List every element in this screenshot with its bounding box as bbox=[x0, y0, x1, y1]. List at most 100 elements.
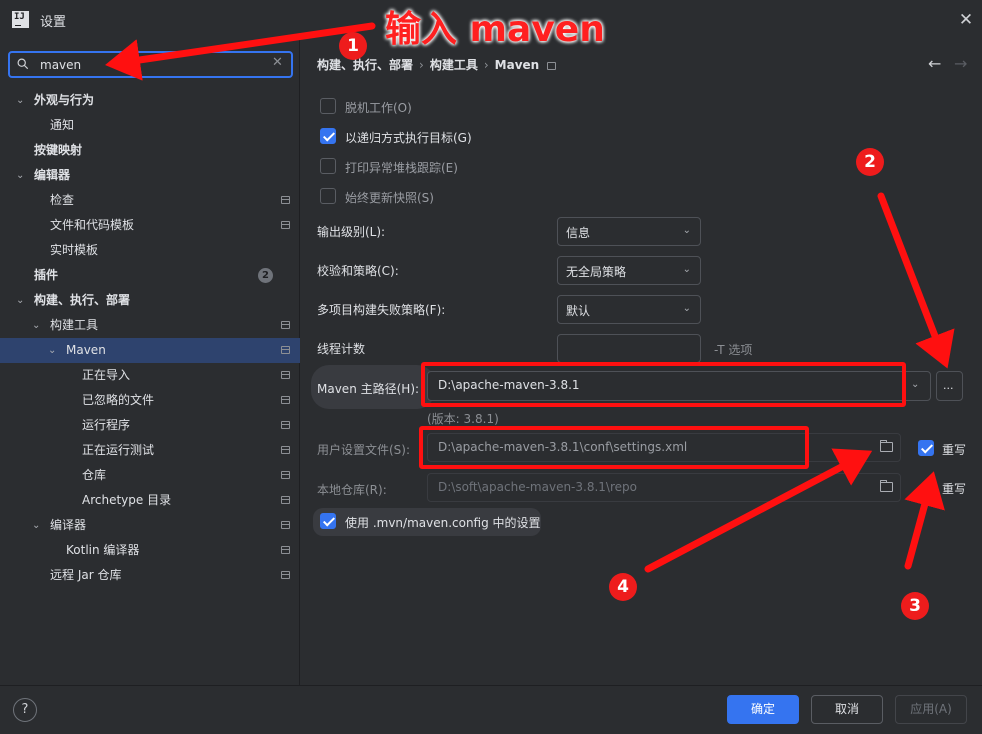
sidebar-item[interactable]: 通知 bbox=[0, 113, 300, 138]
sidebar-item-label: 按键映射 bbox=[34, 143, 83, 157]
browse-maven-home-button[interactable]: ... bbox=[936, 371, 963, 401]
output-level-label: 输出级别(L): bbox=[317, 225, 386, 239]
forward-arrow-icon[interactable]: → bbox=[954, 54, 967, 73]
recursive-label: 以递归方式执行目标(G) bbox=[345, 131, 472, 145]
intellij-logo-icon: IJ bbox=[12, 11, 29, 28]
local-repo-value: D:\soft\apache-maven-3.8.1\repo bbox=[438, 480, 637, 494]
user-settings-highlight-box bbox=[419, 426, 809, 469]
chevron-down-icon: ⌄ bbox=[911, 379, 920, 390]
local-repo-override-label: 重写 bbox=[942, 482, 967, 496]
folder-icon[interactable] bbox=[880, 480, 893, 492]
sidebar-item[interactable]: 实时模板 bbox=[0, 238, 300, 263]
chevron-down-icon[interactable]: ⌄ bbox=[16, 288, 24, 313]
user-settings-override-checkbox[interactable] bbox=[918, 440, 934, 456]
sidebar-item[interactable]: ⌄ 编译器 bbox=[0, 513, 300, 538]
project-scope-icon bbox=[281, 521, 290, 529]
close-icon[interactable]: ✕ bbox=[956, 10, 976, 30]
update-snapshots-label: 始终更新快照(S) bbox=[345, 191, 434, 205]
sidebar-item-label: 已忽略的文件 bbox=[82, 393, 155, 407]
sidebar-item-label: 实时模板 bbox=[50, 243, 99, 257]
breadcrumb-item: Maven bbox=[494, 58, 540, 72]
sidebar-item[interactable]: ⌄ Maven bbox=[0, 338, 300, 363]
back-arrow-icon[interactable]: ← bbox=[928, 54, 941, 73]
user-settings-override-label: 重写 bbox=[942, 443, 967, 457]
chevron-down-icon[interactable]: ⌄ bbox=[32, 513, 40, 538]
offline-checkbox[interactable] bbox=[320, 98, 336, 114]
search-input[interactable] bbox=[40, 56, 260, 73]
sidebar-item[interactable]: 文件和代码模板 bbox=[0, 213, 300, 238]
maven-home-label: Maven 主路径(H): bbox=[317, 382, 420, 396]
clear-search-icon[interactable]: ✕ bbox=[272, 55, 283, 70]
project-scope-icon bbox=[281, 371, 290, 379]
output-level-dropdown[interactable]: 信息 ⌄ bbox=[557, 217, 701, 246]
project-scope-icon bbox=[281, 321, 290, 329]
project-scope-icon bbox=[281, 496, 290, 504]
use-mvn-config-checkbox[interactable] bbox=[320, 513, 336, 529]
help-button[interactable]: ? bbox=[13, 698, 37, 722]
project-scope-icon bbox=[281, 346, 290, 354]
search-box[interactable]: ✕ bbox=[8, 51, 293, 78]
sidebar-item[interactable]: 插件 2 bbox=[0, 263, 300, 288]
sidebar-item[interactable]: 远程 Jar 仓库 bbox=[0, 563, 300, 588]
project-scope-icon bbox=[281, 396, 290, 404]
maven-version-label: (版本: 3.8.1) bbox=[427, 412, 499, 426]
recursive-checkbox[interactable] bbox=[320, 128, 336, 144]
update-snapshots-checkbox[interactable] bbox=[320, 188, 336, 204]
thread-count-input[interactable] bbox=[557, 334, 701, 363]
sidebar-item-label: 编译器 bbox=[50, 518, 87, 532]
thread-count-label: 线程计数 bbox=[317, 342, 366, 356]
annotation-headline: 输入 maven bbox=[385, 9, 605, 50]
sidebar-item[interactable]: 按键映射 bbox=[0, 138, 300, 163]
sidebar-item[interactable]: ⌄ 编辑器 bbox=[0, 163, 300, 188]
sidebar-item-label: 正在导入 bbox=[82, 368, 131, 382]
annotation-marker-1: 1 bbox=[339, 32, 367, 60]
chevron-down-icon: ⌄ bbox=[682, 264, 691, 275]
chevron-down-icon[interactable]: ⌄ bbox=[16, 163, 24, 188]
chevron-down-icon[interactable]: ⌄ bbox=[32, 313, 40, 338]
sidebar-item-label: 运行程序 bbox=[82, 418, 131, 432]
sidebar-item-label: 构建工具 bbox=[50, 318, 99, 332]
sidebar-item[interactable]: 正在导入 bbox=[0, 363, 300, 388]
sidebar-item[interactable]: Archetype 目录 bbox=[0, 488, 300, 513]
sidebar-item-label: Archetype 目录 bbox=[82, 493, 172, 507]
fail-policy-label: 多项目构建失败策略(F): bbox=[317, 303, 446, 317]
folder-icon[interactable] bbox=[880, 440, 893, 452]
breadcrumb-item[interactable]: 构建工具 bbox=[430, 58, 478, 72]
sidebar-item[interactable]: ⌄ 构建、执行、部署 bbox=[0, 288, 300, 313]
sidebar-item[interactable]: ⌄ 外观与行为 bbox=[0, 88, 300, 113]
stacktrace-checkbox[interactable] bbox=[320, 158, 336, 174]
apply-button[interactable]: 应用(A) bbox=[895, 695, 967, 724]
sidebar-item[interactable]: 已忽略的文件 bbox=[0, 388, 300, 413]
sidebar-item-label: 远程 Jar 仓库 bbox=[50, 568, 122, 582]
maven-home-highlight-box bbox=[421, 362, 906, 407]
search-icon bbox=[17, 58, 29, 70]
chevron-down-icon[interactable]: ⌄ bbox=[16, 88, 24, 113]
local-repo-label: 本地仓库(R): bbox=[317, 483, 387, 497]
project-scope-icon bbox=[281, 471, 290, 479]
sidebar-item-label: 仓库 bbox=[82, 468, 107, 482]
thread-count-suffix: -T 选项 bbox=[714, 343, 753, 357]
local-repo-input[interactable]: D:\soft\apache-maven-3.8.1\repo bbox=[427, 473, 901, 502]
sidebar-item[interactable]: ⌄ 构建工具 bbox=[0, 313, 300, 338]
chevron-down-icon[interactable]: ⌄ bbox=[48, 338, 56, 363]
sidebar-item-label: 编辑器 bbox=[34, 168, 71, 182]
sidebar-item-label: 文件和代码模板 bbox=[50, 218, 135, 232]
ok-button[interactable]: 确定 bbox=[727, 695, 799, 724]
checksum-dropdown[interactable]: 无全局策略 ⌄ bbox=[557, 256, 701, 285]
cancel-button[interactable]: 取消 bbox=[811, 695, 883, 724]
sidebar-item-label: 通知 bbox=[50, 118, 75, 132]
sidebar-item[interactable]: 仓库 bbox=[0, 463, 300, 488]
use-mvn-config-label: 使用 .mvn/maven.config 中的设置 bbox=[345, 516, 541, 530]
output-level-value: 信息 bbox=[566, 226, 591, 240]
stacktrace-label: 打印异常堆栈跟踪(E) bbox=[345, 161, 458, 175]
fail-policy-dropdown[interactable]: 默认 ⌄ bbox=[557, 295, 701, 324]
breadcrumb-item[interactable]: 构建、执行、部署 bbox=[317, 58, 413, 72]
sidebar-item[interactable]: Kotlin 编译器 bbox=[0, 538, 300, 563]
sidebar-item[interactable]: 检查 bbox=[0, 188, 300, 213]
sidebar-item-label: 正在运行测试 bbox=[82, 443, 155, 457]
project-scope-icon bbox=[281, 196, 290, 204]
user-settings-label: 用户设置文件(S): bbox=[317, 443, 411, 457]
sidebar-item[interactable]: 运行程序 bbox=[0, 413, 300, 438]
project-scope-icon bbox=[281, 421, 290, 429]
sidebar-item[interactable]: 正在运行测试 bbox=[0, 438, 300, 463]
